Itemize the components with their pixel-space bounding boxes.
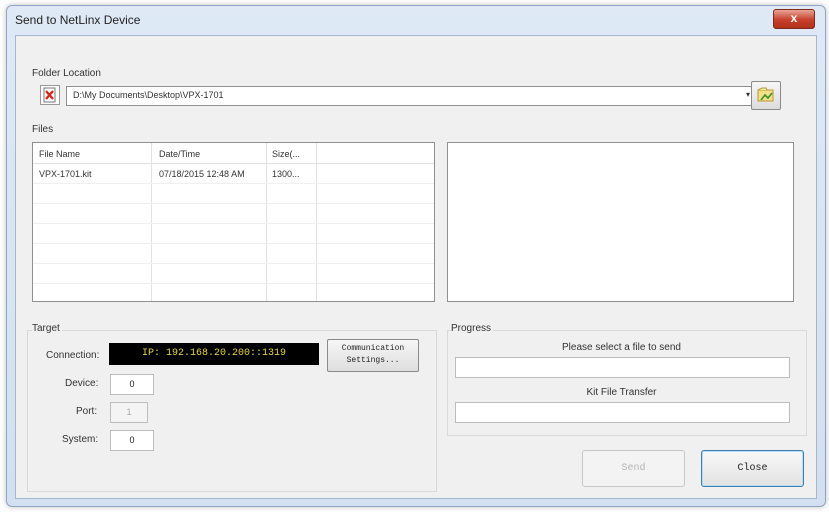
kit-transfer-label: Kit File Transfer xyxy=(586,387,657,398)
close-button[interactable]: Close xyxy=(701,450,804,487)
file-details-panel xyxy=(447,142,794,302)
folder-location-label: Folder Location xyxy=(32,68,101,79)
file-size-cell: 1300... xyxy=(272,169,300,179)
delete-file-icon[interactable] xyxy=(40,85,60,105)
communication-settings-button[interactable]: Communication Settings... xyxy=(327,339,419,372)
connection-display: IP: 192.168.20.200::1319 xyxy=(109,343,319,365)
comm-settings-line1: Communication xyxy=(341,344,405,353)
file-datetime-cell: 07/18/2015 12:48 AM xyxy=(159,169,245,179)
port-label: Port: xyxy=(76,406,98,417)
column-header-size[interactable]: Size(... xyxy=(272,149,300,159)
device-label: Device: xyxy=(65,378,99,389)
system-field[interactable]: 0 xyxy=(110,430,154,451)
window-title: Send to NetLinx Device xyxy=(15,13,141,27)
column-header-date-time[interactable]: Date/Time xyxy=(159,149,200,159)
system-label: System: xyxy=(62,434,99,445)
folder-path-dropdown[interactable]: D:\My Documents\Desktop\VPX-1701 ▾ xyxy=(66,86,758,106)
folder-path-text: D:\My Documents\Desktop\VPX-1701 xyxy=(73,90,224,100)
device-field[interactable]: 0 xyxy=(110,374,154,395)
title-bar[interactable]: Send to NetLinx Device x xyxy=(7,6,825,34)
kit-transfer-progress-bar xyxy=(455,402,790,423)
connection-label: Connection: xyxy=(46,350,100,361)
column-header-file-name[interactable]: File Name xyxy=(39,149,80,159)
window-close-button[interactable]: x xyxy=(773,9,815,29)
progress-status-text: Please select a file to send xyxy=(562,342,681,353)
comm-settings-line2: Settings... xyxy=(346,356,400,365)
file-progress-bar xyxy=(455,357,790,378)
browse-folder-button[interactable] xyxy=(751,81,781,110)
files-label: Files xyxy=(32,124,54,135)
port-field[interactable]: 1 xyxy=(110,402,148,423)
file-name-cell: VPX-1701.kit xyxy=(39,169,92,179)
files-list[interactable]: File Name Date/Time Size(... VPX-1701.ki… xyxy=(32,142,435,302)
send-button[interactable]: Send xyxy=(582,450,685,487)
progress-label: Progress xyxy=(451,323,494,334)
target-label: Target xyxy=(32,323,62,334)
folder-browse-icon xyxy=(757,87,774,102)
